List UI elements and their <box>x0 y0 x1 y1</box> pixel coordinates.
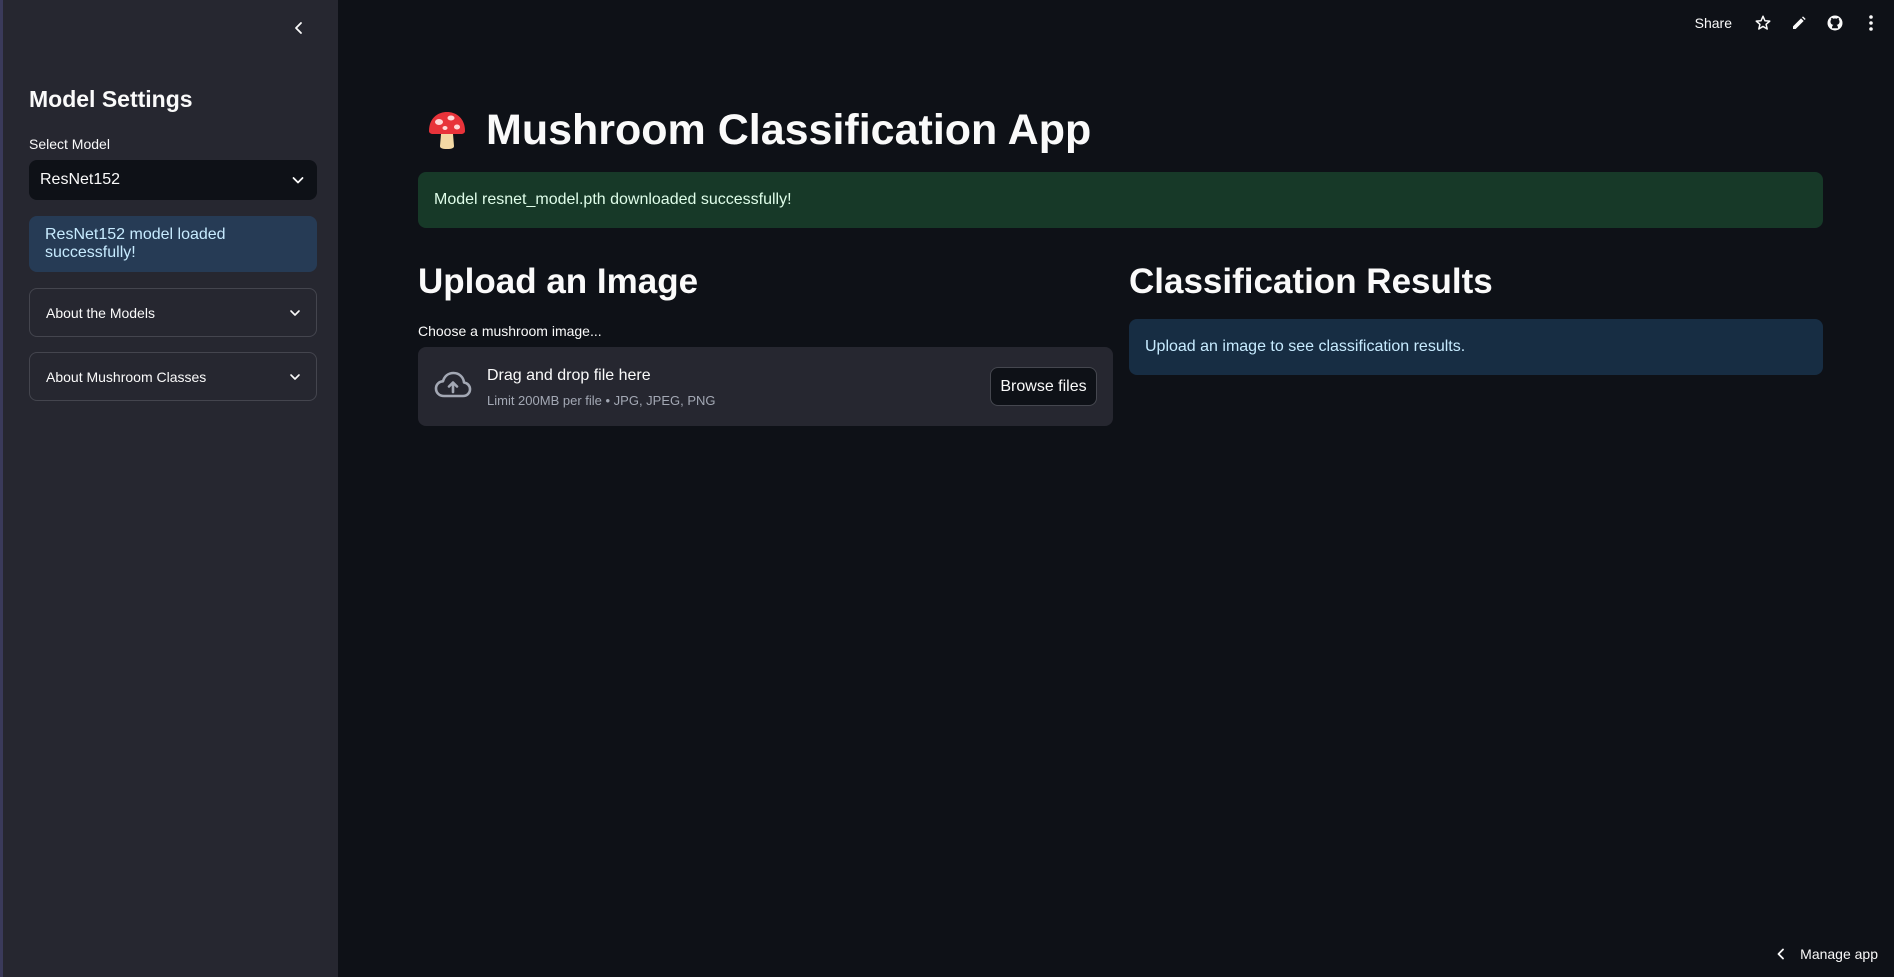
manage-app-button[interactable]: Manage app <box>1776 943 1878 965</box>
chevron-left-icon <box>1777 948 1785 960</box>
upload-heading: Upload an Image <box>418 262 699 301</box>
model-loaded-alert: ResNet152 model loaded successfully! <box>29 216 317 272</box>
select-model-label: Select Model <box>29 136 110 152</box>
download-success-alert: Model resnet_model.pth downloaded succes… <box>418 172 1823 228</box>
expander-label: About the Models <box>46 304 155 321</box>
results-info-alert: Upload an image to see classification re… <box>1129 319 1823 375</box>
dropzone-title: Drag and drop file here <box>487 367 651 384</box>
collapse-sidebar-button[interactable] <box>287 16 311 40</box>
chevron-down-icon <box>290 373 300 380</box>
top-toolbar: Share <box>1695 10 1882 36</box>
more-vert-icon[interactable] <box>1860 12 1882 34</box>
page-title-text: Mushroom Classification App <box>486 105 1092 154</box>
sidebar: Model Settings Select Model ResNet152 Re… <box>0 0 338 977</box>
star-icon[interactable] <box>1752 12 1774 34</box>
github-icon[interactable] <box>1824 12 1846 34</box>
uploader-label: Choose a mushroom image... <box>418 323 602 339</box>
chevron-down-icon <box>292 177 304 184</box>
dropzone-subtitle: Limit 200MB per file • JPG, JPEG, PNG <box>487 393 716 408</box>
cloud-upload-icon <box>434 371 472 398</box>
expander-about-mushroom-classes[interactable]: About Mushroom Classes <box>29 352 317 401</box>
chevron-left-icon <box>295 22 302 34</box>
mushroom-icon <box>429 112 465 149</box>
pencil-icon[interactable] <box>1788 12 1810 34</box>
model-select-value: ResNet152 <box>40 171 121 188</box>
chevron-down-icon <box>290 309 300 316</box>
model-select[interactable]: ResNet152 <box>29 160 317 200</box>
app-root: Model Settings Select Model ResNet152 Re… <box>0 0 1894 977</box>
page-title: Mushroom Classification App <box>426 104 1091 156</box>
file-dropzone[interactable]: Drag and drop file here Limit 200MB per … <box>418 347 1113 426</box>
share-button[interactable]: Share <box>1695 15 1732 31</box>
results-heading: Classification Results <box>1129 262 1493 301</box>
sidebar-title: Model Settings <box>29 86 193 112</box>
manage-app-label: Manage app <box>1800 946 1878 962</box>
expander-about-models[interactable]: About the Models <box>29 288 317 337</box>
expander-label: About Mushroom Classes <box>46 368 207 385</box>
browse-files-button[interactable]: Browse files <box>990 367 1097 406</box>
